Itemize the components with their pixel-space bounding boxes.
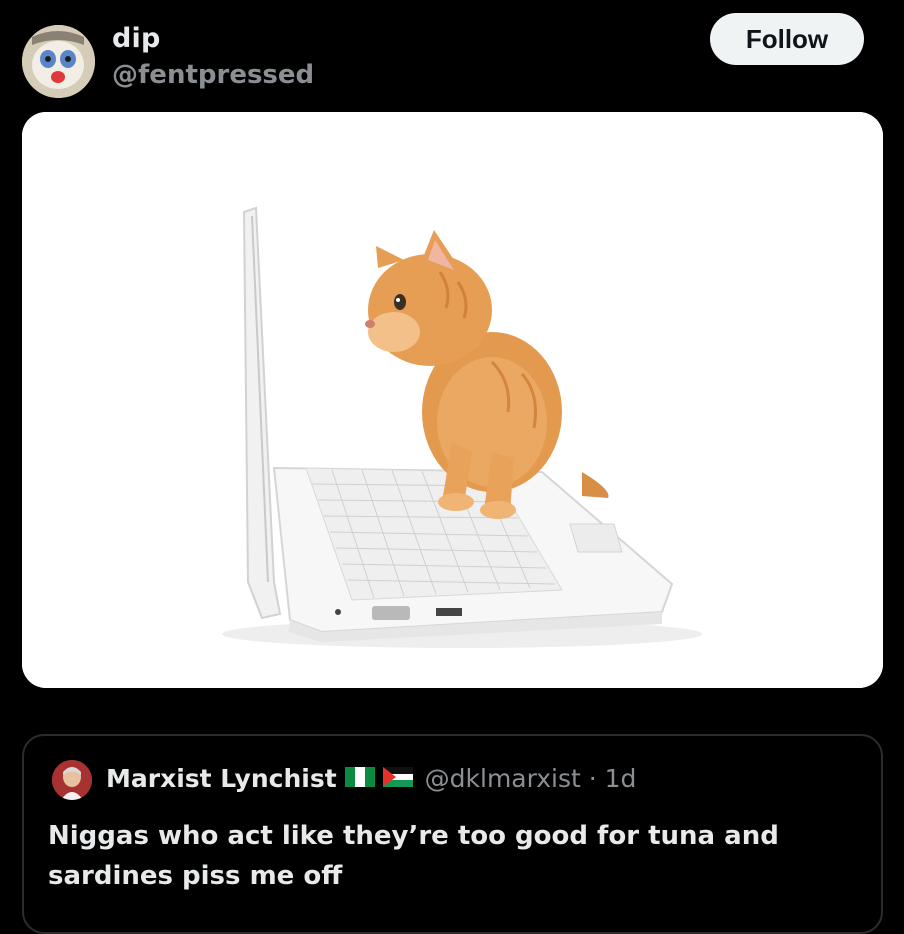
palestine-flag-icon [382, 766, 413, 791]
author-avatar[interactable] [22, 25, 95, 98]
quoted-author-handle-time[interactable]: @dklmarxist · 1d [425, 764, 637, 793]
quoted-post-header: Marxist Lynchist @dklmarxist · 1d [106, 764, 636, 793]
nigeria-flag-icon [344, 766, 375, 791]
quoted-author-avatar[interactable] [52, 760, 92, 800]
post-media-image[interactable] [22, 112, 883, 688]
author-handle[interactable]: @fentpressed [112, 58, 314, 92]
quoted-post-text: Niggas who act like they’re too good for… [48, 821, 779, 891]
quoted-post-card[interactable]: Marxist Lynchist @dklmarxist · 1d Niggas… [22, 734, 883, 934]
author-display-name[interactable]: dip [112, 22, 161, 56]
follow-button[interactable]: Follow [710, 13, 864, 65]
quoted-author-name[interactable]: Marxist Lynchist [106, 764, 337, 793]
